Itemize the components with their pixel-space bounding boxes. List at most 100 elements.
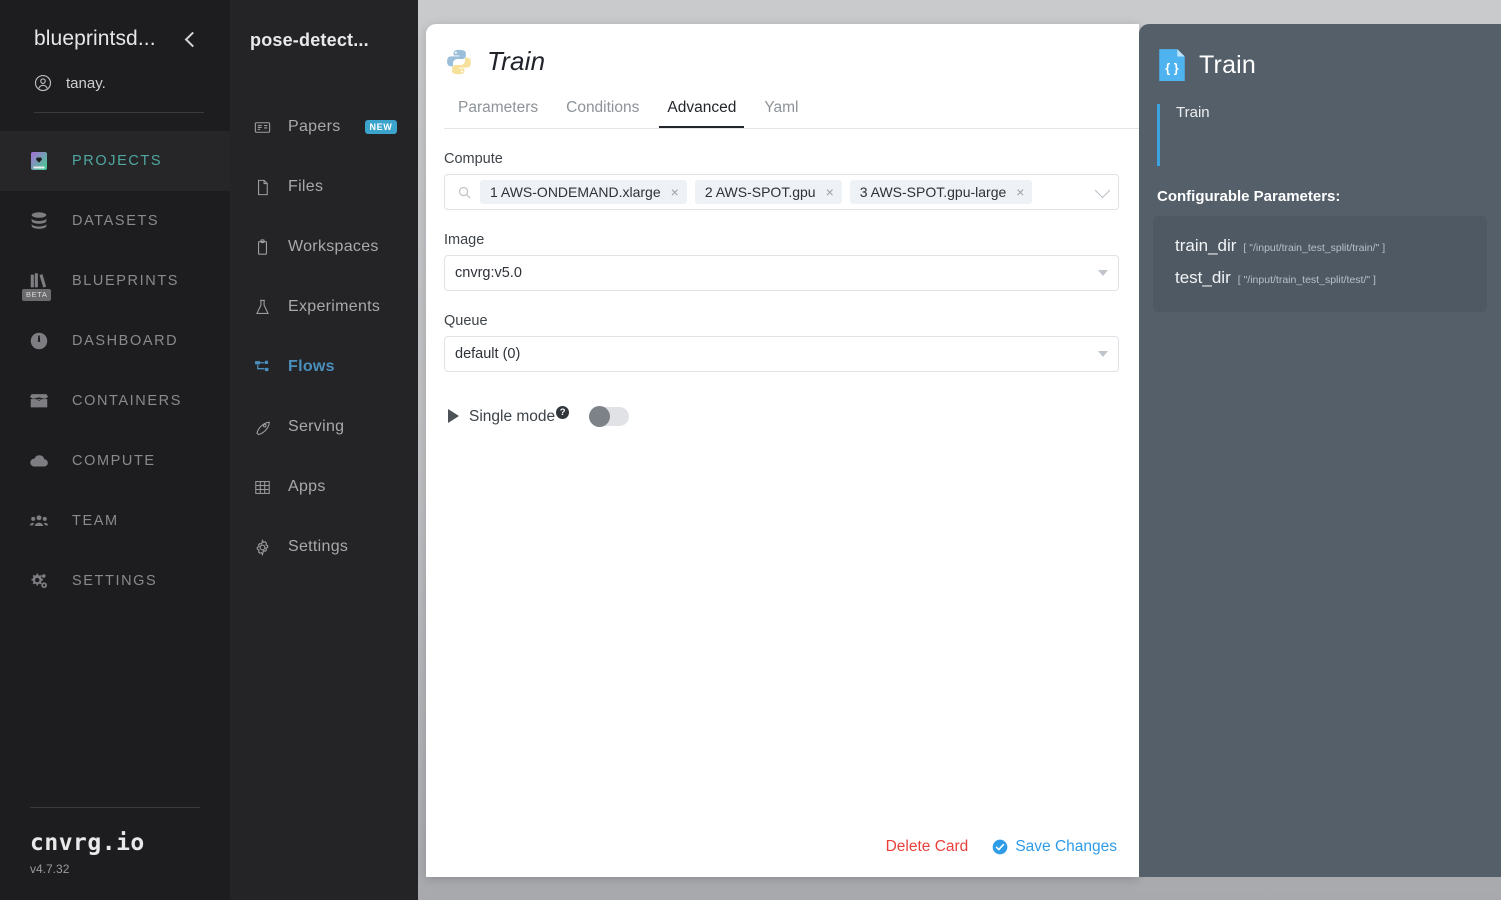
project-nav-item-flows[interactable]: Flows [230,337,418,397]
card-panel: Train Parameters Conditions Advanced Yam… [426,24,1139,877]
sidebar-item-label: DASHBOARD [72,333,179,349]
project-nav-item-experiments[interactable]: Experiments [230,277,418,337]
sidebar-divider [34,112,204,113]
flask-icon [252,297,272,317]
chip-label: 1 AWS-ONDEMAND.xlarge [490,184,661,200]
organization-name: blueprintsd... [34,27,156,50]
project-nav-label: Experiments [288,298,381,315]
file-icon [252,177,272,197]
sidebar-item-label: COMPUTE [72,453,156,469]
tab-yaml[interactable]: Yaml [750,93,812,128]
delete-card-button[interactable]: Delete Card [886,838,969,856]
project-nav-item-apps[interactable]: Apps [230,457,418,517]
sidebar-item-containers[interactable]: CONTAINERS [0,371,230,431]
org-row: blueprintsd... [34,26,204,52]
help-icon[interactable]: ? [556,406,570,419]
chevron-left-icon [184,31,201,47]
database-icon [26,208,52,234]
tab-parameters[interactable]: Parameters [444,93,552,128]
info-panel-subtitle: Train [1157,104,1501,166]
people-icon [26,508,52,534]
tab-conditions[interactable]: Conditions [552,93,653,128]
paper-icon [252,117,272,137]
flow-icon [252,357,272,377]
svg-text:{ }: { } [1165,60,1179,75]
project-nav-label: Workspaces [288,238,379,255]
compute-chip[interactable]: 3 AWS-SPOT.gpu-large × [849,180,1033,204]
configurable-parameters-title: Configurable Parameters: [1157,188,1341,205]
project-nav-label: Settings [288,538,349,555]
compute-select[interactable]: 1 AWS-ONDEMAND.xlarge × 2 AWS-SPOT.gpu ×… [444,174,1119,210]
sidebar-item-label: SETTINGS [72,573,158,589]
chevron-down-icon[interactable] [1098,270,1108,276]
beta-badge: BETA [22,289,52,301]
info-panel-title: Train [1199,50,1257,79]
sidebar-item-label: CONTAINERS [72,393,182,409]
single-mode-row: Single mode? [444,405,1117,427]
check-circle-icon [992,839,1008,855]
sidebar-item-label: TEAM [72,513,119,529]
sidebar-item-team[interactable]: TEAM [0,491,230,551]
compute-chip[interactable]: 2 AWS-SPOT.gpu × [694,180,842,204]
image-label: Image [444,232,485,248]
parameter-name: train_dir [1175,236,1237,255]
primary-nav: PROJECTS DATASETS BETA BLUEPRINTS DASHBO… [0,131,230,611]
brand-name: cnvrg.io [30,830,145,856]
sidebar-item-blueprints[interactable]: BETA BLUEPRINTS [0,251,230,311]
project-title: pose-detect... [250,30,369,50]
new-badge: NEW [364,120,398,134]
chevron-down-icon[interactable] [1094,182,1111,198]
project-nav-item-workspaces[interactable]: Workspaces [230,217,418,277]
queue-value: default (0) [455,346,521,362]
python-icon [444,47,474,77]
app-root: blueprintsd... tanay. PROJECTS DATASETS … [0,0,1501,900]
chip-remove-icon[interactable]: × [671,185,679,199]
chevron-down-icon[interactable] [1098,351,1108,357]
card-title: Train [487,46,546,76]
queue-field: Queue default (0) [444,313,1119,372]
single-mode-toggle[interactable] [589,405,630,427]
sidebar-item-dashboard[interactable]: DASHBOARD [0,311,230,371]
project-nav-label: Apps [288,478,326,495]
brand-divider [30,807,200,808]
chip-remove-icon[interactable]: × [1016,185,1024,199]
project-nav-label: Files [288,178,324,195]
project-nav-item-files[interactable]: Files [230,157,418,217]
chip-remove-icon[interactable]: × [826,185,834,199]
sidebar-item-compute[interactable]: COMPUTE [0,431,230,491]
image-value: cnvrg:v5.0 [455,265,522,281]
gear-icon [252,537,272,557]
books-icon: BETA [22,268,52,301]
sidebar-item-label: BLUEPRINTS [72,273,180,289]
json-file-icon: { } [1157,48,1187,82]
image-select[interactable]: cnvrg:v5.0 [444,255,1119,291]
user-row[interactable]: tanay. [34,74,204,92]
card-footer: Delete Card Save Changes [426,817,1139,877]
project-nav-label: Serving [288,418,345,435]
queue-select[interactable]: default (0) [444,336,1119,372]
box-icon [26,388,52,414]
sidebar-item-projects[interactable]: PROJECTS [0,131,230,191]
sidebar-collapse-button[interactable] [178,26,204,52]
rocket-icon [252,417,272,437]
chip-label: 2 AWS-SPOT.gpu [704,184,816,200]
project-nav-item-papers[interactable]: Papers NEW [230,97,418,157]
gauge-icon [26,328,52,354]
compute-chip[interactable]: 1 AWS-ONDEMAND.xlarge × [480,180,687,204]
sidebar-item-settings[interactable]: SETTINGS [0,551,230,611]
cloud-icon [26,448,52,474]
configurable-parameters-box: train_dir [ "/input/train_test_split/tra… [1153,216,1487,312]
project-nav-item-settings[interactable]: Settings [230,517,418,577]
card-header: Train Parameters Conditions Advanced Yam… [426,24,1139,129]
project-nav: Papers NEW Files Workspaces Experiments … [230,97,418,577]
tab-advanced[interactable]: Advanced [653,93,750,128]
project-sidebar: pose-detect... Papers NEW Files Workspac… [230,0,418,900]
save-changes-button[interactable]: Save Changes [992,838,1117,856]
book-heart-icon [26,148,52,174]
user-avatar-icon [34,74,52,92]
sidebar-item-datasets[interactable]: DATASETS [0,191,230,251]
project-nav-item-serving[interactable]: Serving [230,397,418,457]
gears-icon [26,568,52,594]
save-changes-label: Save Changes [1015,838,1117,855]
image-field: Image cnvrg:v5.0 [444,232,1119,291]
